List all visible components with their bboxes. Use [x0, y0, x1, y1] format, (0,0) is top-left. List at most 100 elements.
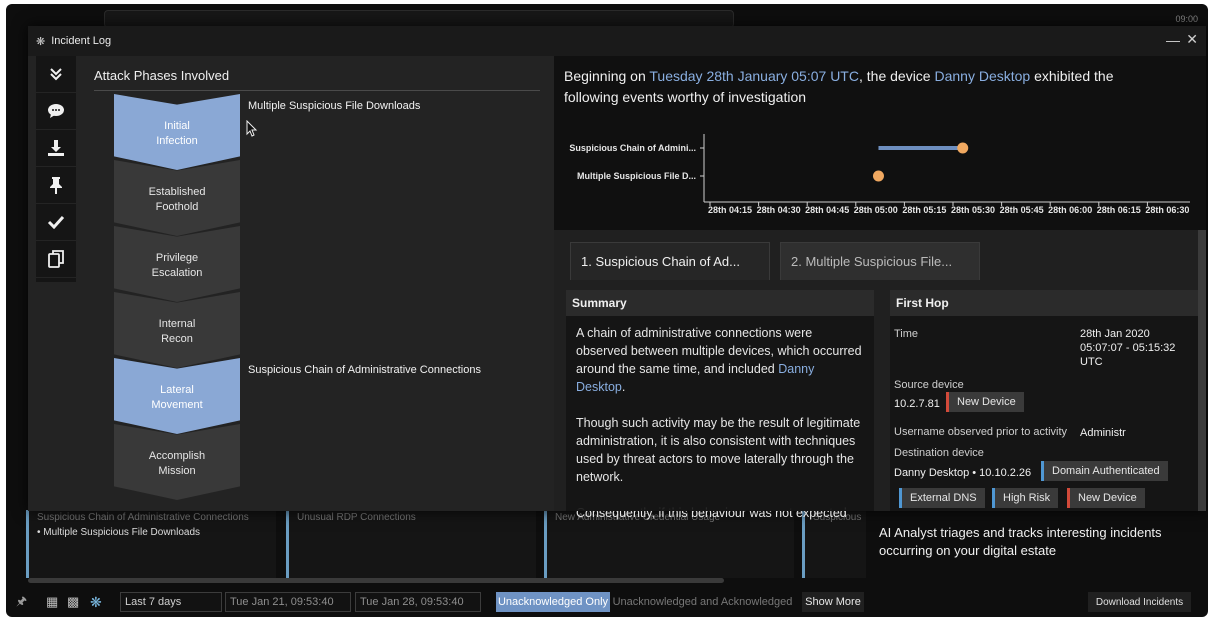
- incident-headline: Beginning on Tuesday 28th January 05:07 …: [564, 66, 1164, 108]
- fade-overlay: [566, 485, 874, 511]
- x-tick-label: 28th 04:45: [805, 205, 849, 215]
- attack-phases-panel: Attack Phases Involved Initial Infection…: [76, 56, 554, 511]
- time-label: Time: [894, 328, 919, 340]
- new-device-badge: New Device: [1067, 488, 1145, 508]
- phase-label: Established Foothold: [148, 186, 206, 213]
- incident-detail-panel: Beginning on Tuesday 28th January 05:07 …: [554, 56, 1206, 520]
- destination-label: Destination device: [894, 447, 984, 459]
- double-chevron-down-icon[interactable]: [36, 56, 76, 93]
- high-risk-badge: High Risk: [992, 488, 1059, 508]
- phase-chevron[interactable]: Internal Recon: [114, 292, 240, 368]
- headline-text: Beginning on: [564, 68, 650, 84]
- summary-text: A chain of administrative connections we…: [576, 326, 862, 376]
- time-value-line: UTC: [1080, 356, 1103, 368]
- download-incidents-button[interactable]: Download Incidents: [1088, 592, 1191, 612]
- x-tick-label: 28th 06:00: [1048, 205, 1092, 215]
- phase-label: Lateral Movement: [151, 384, 203, 411]
- time-value: 28th Jan 2020 05:07:07 - 05:15:32 UTC: [1080, 327, 1175, 369]
- incident-log-window: ❋ Incident Log — ✕ Attack Phases Involve…: [28, 26, 1206, 520]
- phase-label: Internal Recon: [158, 318, 196, 345]
- date-to-input[interactable]: Tue Jan 28, 09:53:40: [355, 592, 481, 612]
- x-tick-label: 28th 04:15: [708, 205, 752, 215]
- mouse-cursor-icon: [246, 120, 258, 137]
- card-line: Unusual RDP Connections: [297, 512, 416, 523]
- check-icon[interactable]: [36, 204, 76, 241]
- copy-icon[interactable]: [36, 241, 76, 278]
- horizontal-scrollbar[interactable]: [28, 578, 724, 583]
- vertical-scrollbar[interactable]: [1198, 230, 1206, 511]
- action-sidebar: [36, 56, 76, 282]
- destination-value: Danny Desktop • 10.10.2.26: [894, 467, 1032, 479]
- download-icon[interactable]: [36, 130, 76, 167]
- close-icon[interactable]: ✕: [1186, 31, 1198, 48]
- chart-view-icon[interactable]: ▩: [67, 592, 79, 612]
- phase-label: Initial Infection: [156, 120, 198, 147]
- time-value-line: 05:07:07 - 05:15:32: [1080, 342, 1176, 354]
- summary-card: Summary A chain of administrative connec…: [566, 290, 874, 520]
- network-view-icon[interactable]: ❋: [90, 592, 102, 612]
- background-clock: 09:00: [1175, 14, 1198, 24]
- summary-title: Summary: [566, 290, 874, 316]
- event-point: [872, 170, 884, 182]
- x-tick-label: 28th 05:15: [902, 205, 946, 215]
- phase-chevron[interactable]: Lateral Movement: [114, 358, 240, 434]
- x-tick-label: 28th 06:30: [1145, 205, 1189, 215]
- event-tabs-area: 1. Suspicious Chain of Ad... 2. Multiple…: [554, 230, 1206, 520]
- external-dns-badge: External DNS: [899, 488, 985, 508]
- phase-chevron[interactable]: Established Foothold: [114, 160, 240, 236]
- incident-card[interactable]: Suspicious Chain of Administrative Conne…: [26, 510, 276, 578]
- source-ip: 10.2.7.81: [894, 398, 940, 410]
- show-more-button[interactable]: Show More: [802, 592, 864, 612]
- all-incidents-toggle[interactable]: Unacknowledged and Acknowledged: [610, 592, 795, 612]
- title-bar: ❋ Incident Log — ✕: [28, 26, 1206, 56]
- first-hop-card: First Hop Time 28th Jan 2020 05:07:07 - 0…: [890, 290, 1198, 511]
- phase-label: Privilege Escalation: [151, 252, 203, 279]
- comment-icon[interactable]: [36, 93, 76, 130]
- time-value-line: 28th Jan 2020: [1080, 328, 1150, 340]
- card-line: • Multiple Suspicious File Downloads: [37, 527, 201, 538]
- tab-suspicious-chain[interactable]: 1. Suspicious Chain of Ad...: [570, 242, 770, 280]
- phase-label: Accomplish Mission: [148, 450, 206, 477]
- ai-analyst-text: AI Analyst triages and tracks interestin…: [879, 525, 1162, 558]
- incident-card[interactable]: Unusual RDP Connections: [286, 510, 536, 578]
- phase-chevron[interactable]: Initial Infection: [114, 94, 240, 170]
- event-timeline-chart: Suspicious Chain of Admini... Multiple Su…: [569, 134, 1190, 215]
- x-tick-label: 28th 05:30: [951, 205, 995, 215]
- y-tick-label: Suspicious Chain of Admini...: [569, 143, 696, 153]
- phase-event-label[interactable]: Suspicious Chain of Administrative Conne…: [248, 364, 481, 376]
- headline-date: Tuesday 28th January 05:07 UTC: [649, 68, 859, 84]
- domain-authenticated-badge: Domain Authenticated: [1041, 461, 1168, 481]
- screen: 09:00 Suspicious Chain of Administrative…: [6, 4, 1208, 617]
- y-tick-label: Multiple Suspicious File D...: [577, 171, 696, 181]
- summary-paragraph: Though such activity may be the result o…: [576, 416, 861, 484]
- phase-chevron[interactable]: Accomplish Mission: [114, 424, 240, 500]
- divider: [94, 90, 540, 91]
- pin-icon[interactable]: [36, 167, 76, 204]
- grid-view-icon[interactable]: ▦: [46, 592, 58, 612]
- bottom-toolbar: 🖈 ▦ ▩ ❋ Last 7 days Tue Jan 21, 09:53:40…: [6, 588, 1208, 617]
- minimize-icon[interactable]: —: [1166, 32, 1180, 48]
- source-label: Source device: [894, 379, 964, 391]
- new-device-badge: New Device: [946, 392, 1024, 412]
- x-tick-label: 28th 05:45: [1000, 205, 1044, 215]
- phases-title: Attack Phases Involved: [94, 68, 230, 83]
- summary-paragraph: A chain of administrative connections we…: [576, 324, 864, 396]
- event-point: [957, 142, 969, 154]
- phase-event-label[interactable]: Multiple Suspicious File Downloads: [248, 100, 420, 112]
- unacknowledged-only-toggle[interactable]: Unacknowledged Only: [496, 592, 610, 612]
- card-line: Suspicious Chain of Administrative Conne…: [37, 512, 249, 523]
- window-title: Incident Log: [51, 35, 112, 47]
- network-icon: ❋: [36, 35, 46, 48]
- headline-text: , the device: [858, 68, 935, 84]
- time-range-select[interactable]: Last 7 days: [120, 592, 222, 612]
- first-hop-title: First Hop: [890, 290, 1198, 316]
- pin-icon[interactable]: 🖈: [16, 592, 27, 612]
- device-link[interactable]: Danny Desktop: [934, 68, 1030, 84]
- date-from-input[interactable]: Tue Jan 21, 09:53:40: [225, 592, 351, 612]
- tab-multiple-downloads[interactable]: 2. Multiple Suspicious File...: [780, 242, 980, 280]
- phase-chevron[interactable]: Privilege Escalation: [114, 226, 240, 302]
- username-label: Username observed prior to activity: [894, 426, 1068, 438]
- x-tick-label: 28th 06:15: [1097, 205, 1141, 215]
- username-value: Administr: [1080, 427, 1126, 439]
- summary-text: .: [621, 380, 626, 394]
